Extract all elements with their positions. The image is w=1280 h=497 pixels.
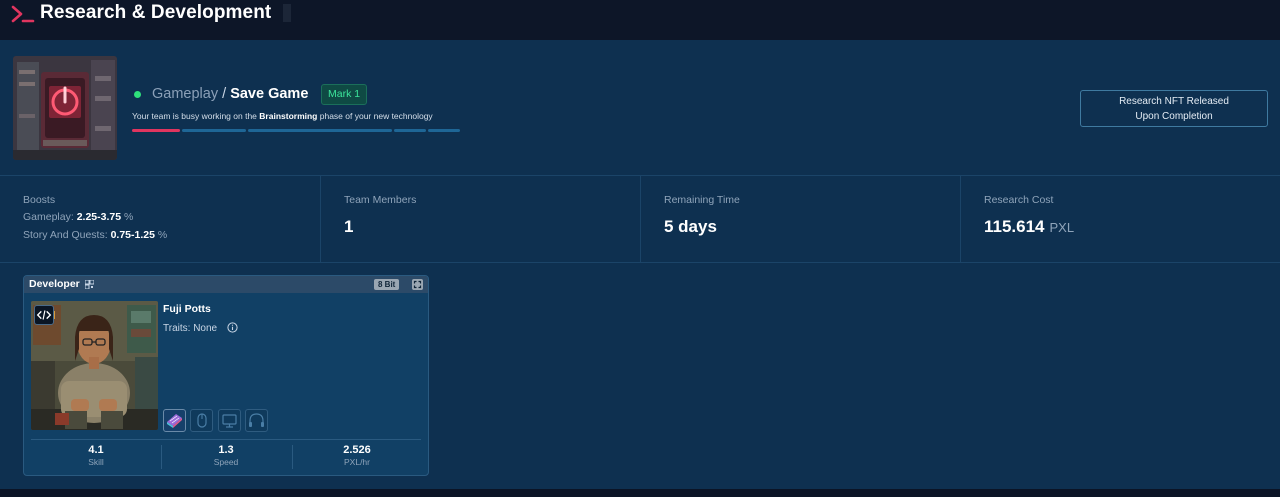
progress-segment xyxy=(248,129,392,132)
remaining-time-value: 5 days xyxy=(664,217,717,236)
description-prefix: Your team is busy working on the xyxy=(132,111,257,121)
page-title: Research & Development xyxy=(40,2,272,23)
project-thumbnail xyxy=(13,56,117,160)
expand-icon[interactable] xyxy=(412,279,423,290)
stats-divider xyxy=(960,175,961,262)
card-divider xyxy=(31,439,421,440)
developer-name: Fuji Potts xyxy=(163,303,211,315)
metric-pxl-rate: 2.526 PXL/hr xyxy=(292,444,422,467)
main-panel: Gameplay / Save Game Mark 1 Your team is… xyxy=(0,40,1280,489)
boost-unit: % xyxy=(124,211,134,223)
progress-segment xyxy=(182,129,246,132)
metric-label: Speed xyxy=(213,457,239,467)
metric-value: 2.526 xyxy=(343,444,371,456)
remaining-time-label: Remaining Time xyxy=(664,194,740,206)
headphones-slot[interactable] xyxy=(245,409,268,432)
cursor-block xyxy=(283,4,291,22)
research-cost-label: Research Cost xyxy=(984,194,1054,206)
research-cost-unit: PXL xyxy=(1049,220,1075,235)
mouse-slot[interactable] xyxy=(190,409,213,432)
monitor-icon xyxy=(222,414,237,428)
boosts-label: Boosts xyxy=(23,194,56,206)
boost-name: Gameplay: xyxy=(23,211,74,223)
project-path: Gameplay / Save Game xyxy=(152,86,308,102)
top-bar: Research & Development xyxy=(0,0,1280,40)
footer-strip xyxy=(0,489,1280,497)
traits-value: None xyxy=(193,323,218,334)
metric-label: Skill xyxy=(88,457,104,467)
progress-segment xyxy=(132,129,180,132)
metric-skill: 4.1 Skill xyxy=(31,444,161,467)
traits-text: Traits: None xyxy=(163,323,217,334)
team-members-label: Team Members xyxy=(344,194,417,206)
boost-unit: % xyxy=(157,229,168,241)
boost-line-story: Story And Quests: 0.75-1.25 % xyxy=(23,229,167,241)
boost-value: 2.25-3.75 xyxy=(76,211,122,223)
stats-divider xyxy=(640,175,641,262)
metric-value: 4.1 xyxy=(88,444,104,456)
metric-speed: 1.3 Speed xyxy=(161,444,291,467)
progress-segment xyxy=(428,129,460,132)
research-cost-value: 115.614 PXL xyxy=(984,217,1074,237)
boost-name: Story And Quests: xyxy=(23,229,108,241)
research-cost-amount: 115.614 xyxy=(984,217,1045,236)
progress-segment xyxy=(394,129,426,132)
keyboard-slot[interactable] xyxy=(163,409,186,432)
monitor-slot[interactable] xyxy=(218,409,241,432)
path-separator: / xyxy=(222,86,227,102)
headphones-icon xyxy=(249,413,264,427)
team-members-value: 1 xyxy=(344,217,354,236)
stats-bottom-divider xyxy=(0,262,1280,263)
keyboard-icon xyxy=(167,414,182,428)
nft-button-line2: Upon Completion xyxy=(1135,111,1213,122)
phase-name: Brainstorming xyxy=(259,111,318,121)
bits-badge: 8 Bit xyxy=(374,279,400,290)
metric-value: 1.3 xyxy=(218,444,234,456)
description-suffix: phase of your new technology xyxy=(319,111,433,121)
boost-value: 0.75-1.25 xyxy=(110,229,155,241)
info-icon[interactable] xyxy=(227,322,238,333)
mark-badge: Mark 1 xyxy=(321,84,368,105)
metric-label: PXL/hr xyxy=(344,457,370,467)
status-indicator-dot xyxy=(134,91,141,98)
developer-card[interactable]: Developer 8 Bit Fuji Potts Traits: None … xyxy=(23,275,429,476)
boost-line-gameplay: Gameplay: 2.25-3.75 % xyxy=(23,211,133,223)
qr-code-icon[interactable] xyxy=(85,280,94,289)
traits-label: Traits: xyxy=(163,323,191,334)
mouse-icon xyxy=(197,413,207,428)
project-description: Your team is busy working on the Brainst… xyxy=(132,111,433,121)
nft-button-line1: Research NFT Released xyxy=(1119,96,1229,107)
research-nft-button[interactable]: Research NFT Released Upon Completion xyxy=(1080,90,1268,127)
terminal-prompt-icon xyxy=(11,5,35,23)
project-name: Save Game xyxy=(230,86,309,102)
card-header: Developer 8 Bit xyxy=(24,276,428,293)
stats-divider xyxy=(320,175,321,262)
phase-progress-bar xyxy=(132,129,460,132)
project-category: Gameplay xyxy=(152,86,219,102)
card-role: Developer xyxy=(29,278,80,290)
code-role-icon xyxy=(34,305,54,325)
